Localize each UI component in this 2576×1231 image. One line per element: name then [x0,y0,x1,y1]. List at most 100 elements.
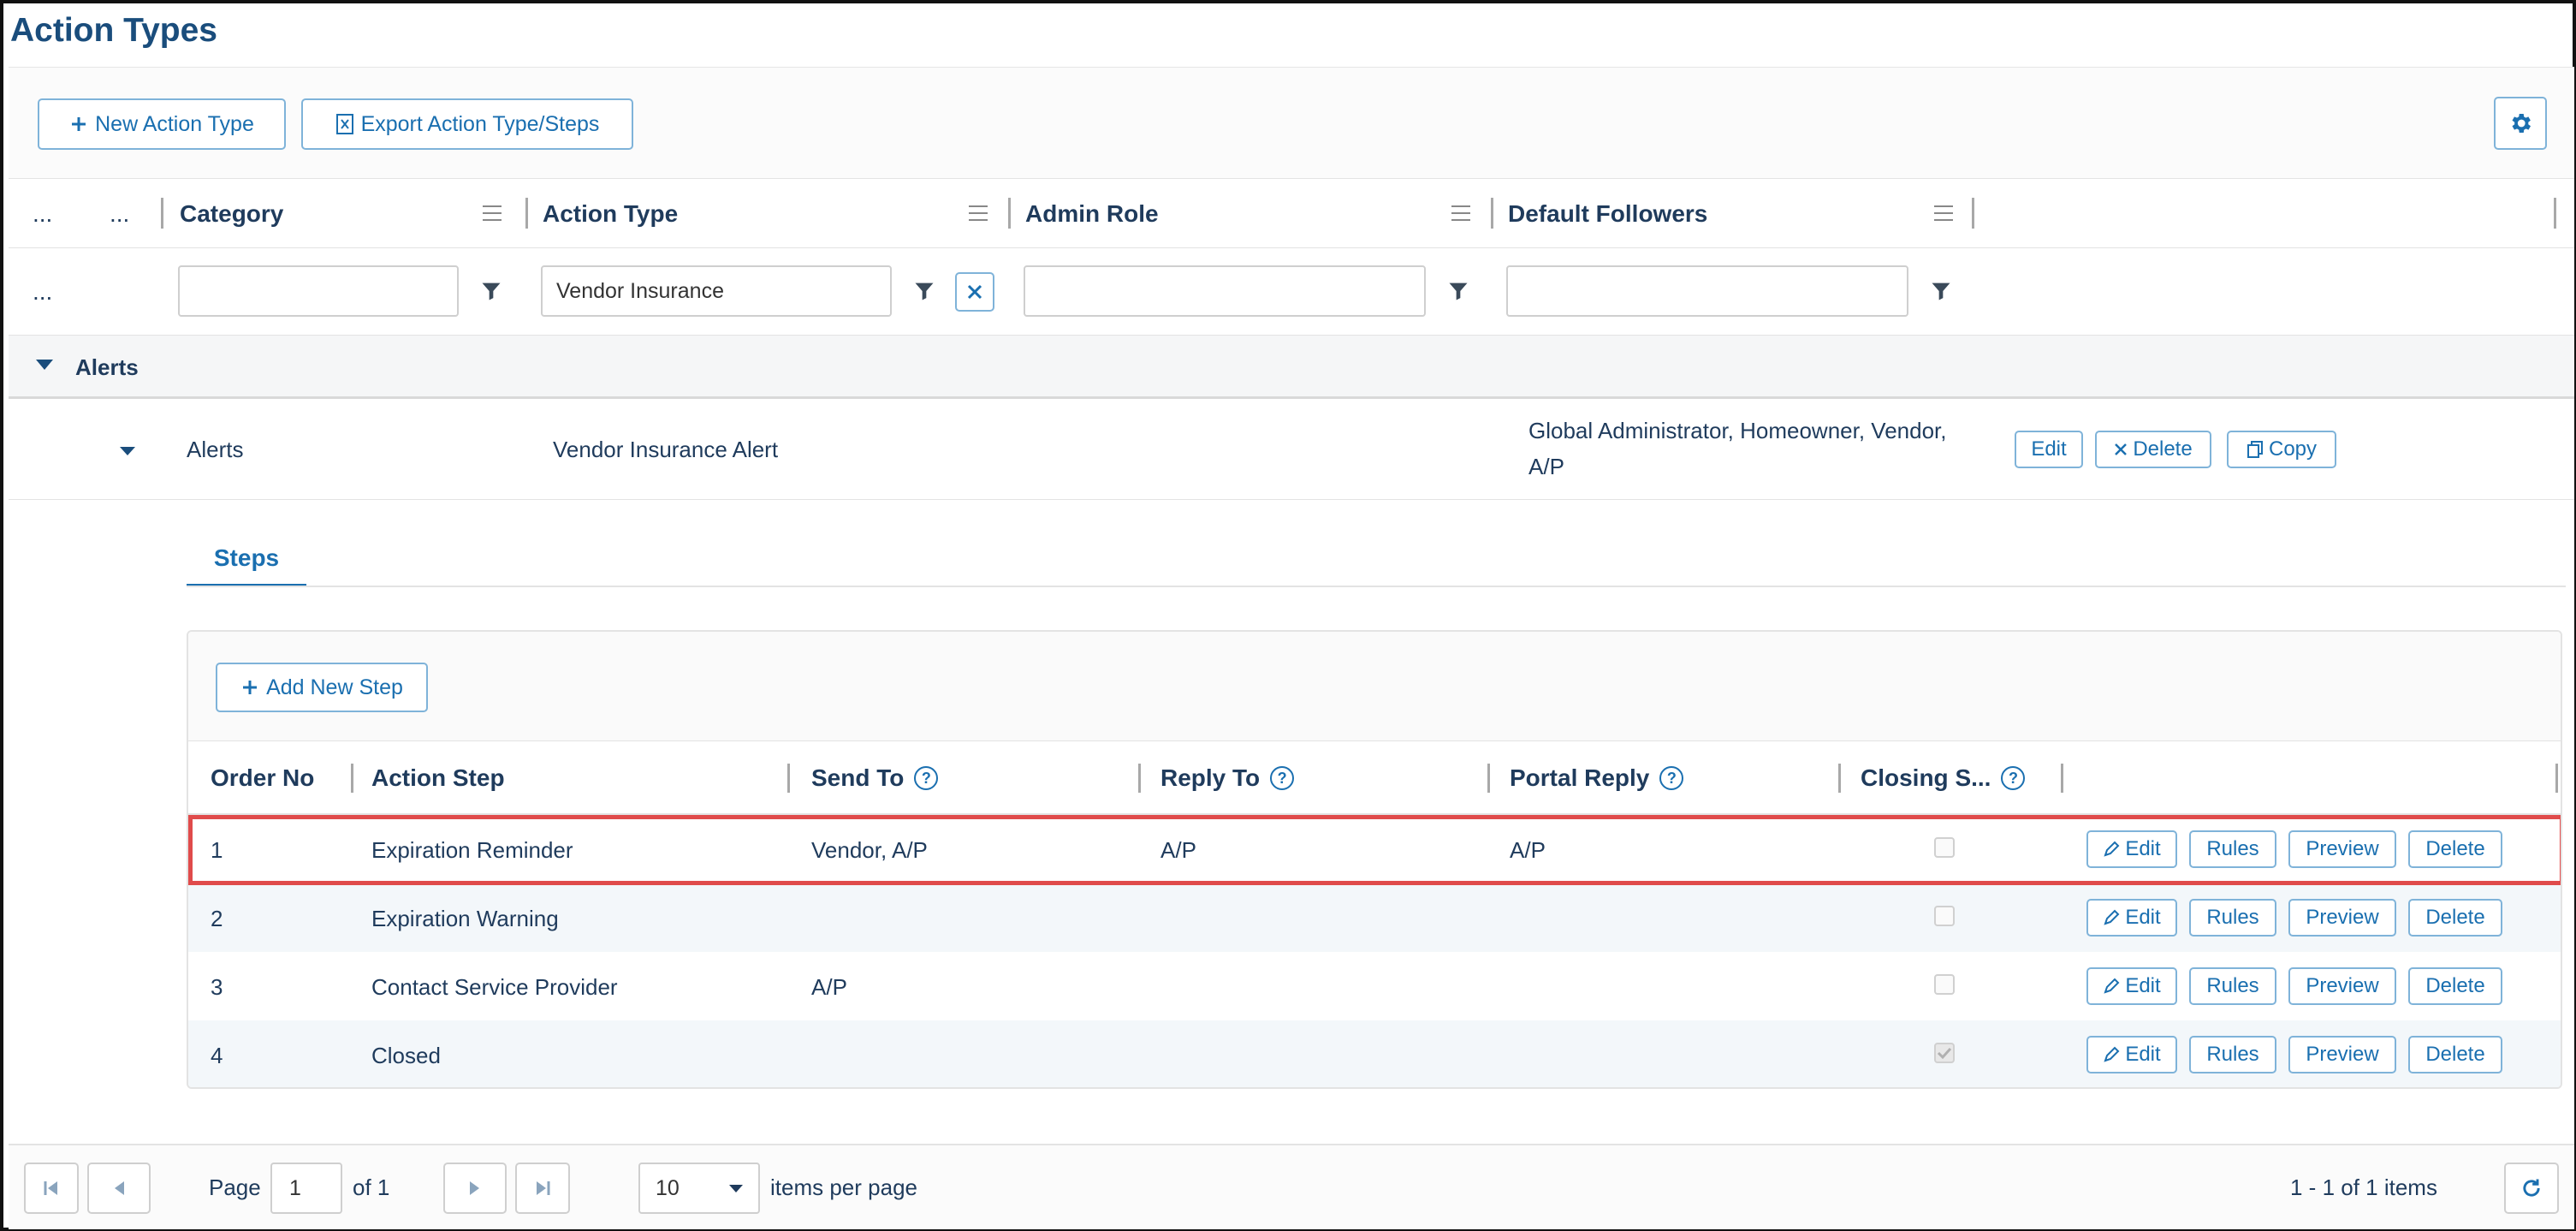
delete-step-button[interactable]: Delete [2408,1036,2502,1073]
column-header-reply-to[interactable]: Reply To? [1160,741,1295,815]
rules-button[interactable]: Rules [2189,899,2276,937]
admin-role-filter-input[interactable] [1024,265,1426,317]
preview-button[interactable]: Preview [2288,967,2396,1005]
column-separator[interactable] [1008,198,1011,229]
refresh-button[interactable] [2504,1163,2559,1214]
column-separator[interactable] [1138,764,1141,793]
excel-icon [335,114,353,134]
edit-step-button[interactable]: Edit [2086,830,2177,868]
column-header-order-no[interactable]: Order No [211,741,314,815]
new-action-type-button[interactable]: New Action Type [38,98,286,150]
column-header-default-followers[interactable]: Default Followers [1508,179,1707,249]
first-page-button[interactable] [24,1163,79,1214]
edit-step-button[interactable]: Edit [2086,899,2177,937]
delete-step-button[interactable]: Delete [2408,899,2502,937]
edit-button[interactable]: Edit [2015,431,2083,468]
delete-label: Delete [2425,1043,2485,1066]
help-icon[interactable]: ? [1270,766,1295,790]
column-separator[interactable] [1838,764,1841,793]
export-label: Export Action Type/Steps [360,111,600,136]
column-menu-icon[interactable] [1932,203,1955,223]
help-icon[interactable]: ? [1659,766,1684,790]
next-page-button[interactable] [443,1163,507,1214]
closing-checkbox[interactable] [1934,974,1955,995]
column-separator[interactable] [525,198,528,229]
column-header-category[interactable]: Category [180,179,283,249]
prev-page-button[interactable] [87,1163,151,1214]
edit-label: Edit [2125,1043,2161,1066]
closing-checkbox[interactable] [1934,1043,1955,1063]
clear-filter-button[interactable] [955,272,994,312]
rules-button[interactable]: Rules [2189,830,2276,868]
action-type-filter-input[interactable]: Vendor Insurance [541,265,892,317]
delete-step-button[interactable]: Delete [2408,830,2502,868]
gear-icon [2512,114,2531,133]
column-header-expand[interactable]: ... [33,179,52,249]
rules-button[interactable]: Rules [2189,967,2276,1005]
add-new-step-label: Add New Step [266,675,403,699]
add-new-step-button[interactable]: Add New Step [216,663,428,712]
page-size-select[interactable]: 10 [638,1163,760,1214]
column-header-admin-role[interactable]: Admin Role [1025,179,1159,249]
rules-button[interactable]: Rules [2189,1036,2276,1073]
column-header-send-to[interactable]: Send To? [811,741,939,815]
pager-summary: 1 - 1 of 1 items [2290,1175,2437,1200]
page-number-input[interactable]: 1 [270,1163,342,1214]
caret-down-icon[interactable] [34,358,55,372]
preview-button[interactable]: Preview [2288,830,2396,868]
delete-button[interactable]: Delete [2095,431,2211,468]
column-menu-icon[interactable] [1450,203,1472,223]
settings-button[interactable] [2494,97,2547,150]
plus-icon [243,681,258,694]
rules-label: Rules [2206,974,2259,997]
last-page-icon [537,1181,550,1195]
app-window: Action Types New Action Type Export Acti… [0,0,2576,1231]
column-menu-icon[interactable] [481,203,503,223]
steps-header: Order No Action Step Send To? Reply To? … [188,741,2561,815]
column-separator[interactable] [351,764,353,793]
closing-checkbox[interactable] [1934,906,1955,926]
help-icon[interactable]: ? [2001,766,2026,790]
filter-icon[interactable] [1929,279,1953,303]
column-separator[interactable] [2554,198,2556,229]
step-reply-to: A/P [1160,837,1196,863]
grid-toolbar: New Action Type Export Action Type/Steps [9,67,2574,178]
last-page-button[interactable] [515,1163,570,1214]
column-separator[interactable] [2061,764,2063,793]
category-filter-input[interactable] [178,265,459,317]
column-header-action-step[interactable]: Action Step [371,741,505,815]
row-action-type: Vendor Insurance Alert [553,437,779,462]
column-separator[interactable] [161,198,163,229]
column-header-action-type[interactable]: Action Type [543,179,678,249]
delete-step-button[interactable]: Delete [2408,967,2502,1005]
column-menu-icon[interactable] [967,203,989,223]
column-separator[interactable] [2555,764,2558,793]
caret-down-icon[interactable] [118,445,137,457]
plus-icon [72,117,86,131]
filter-icon[interactable] [1446,279,1470,303]
filter-icon[interactable] [912,279,936,303]
delete-label: Delete [2133,437,2193,461]
column-header-closing[interactable]: Closing S...? [1861,741,2026,815]
default-followers-filter-input[interactable] [1506,265,1908,317]
portal-reply-label: Portal Reply [1510,764,1650,791]
column-separator[interactable] [787,764,790,793]
preview-button[interactable]: Preview [2288,899,2396,937]
row-followers-line2: A/P [1528,454,1564,479]
filter-icon[interactable] [479,279,503,303]
column-separator[interactable] [1487,764,1490,793]
export-button[interactable]: Export Action Type/Steps [301,98,633,150]
column-separator[interactable] [1491,198,1493,229]
grid-header: ... ... Category Action Type Admin Role … [9,178,2574,248]
copy-button[interactable]: Copy [2227,431,2336,468]
check-icon [1937,1047,1952,1060]
column-header-more[interactable]: ... [110,179,129,249]
edit-step-button[interactable]: Edit [2086,967,2177,1005]
help-icon[interactable]: ? [914,766,939,790]
edit-step-button[interactable]: Edit [2086,1036,2177,1073]
preview-button[interactable]: Preview [2288,1036,2396,1073]
tab-steps[interactable]: Steps [187,532,306,587]
closing-checkbox[interactable] [1934,837,1955,858]
column-separator[interactable] [1972,198,1974,229]
column-header-portal-reply[interactable]: Portal Reply? [1510,741,1684,815]
